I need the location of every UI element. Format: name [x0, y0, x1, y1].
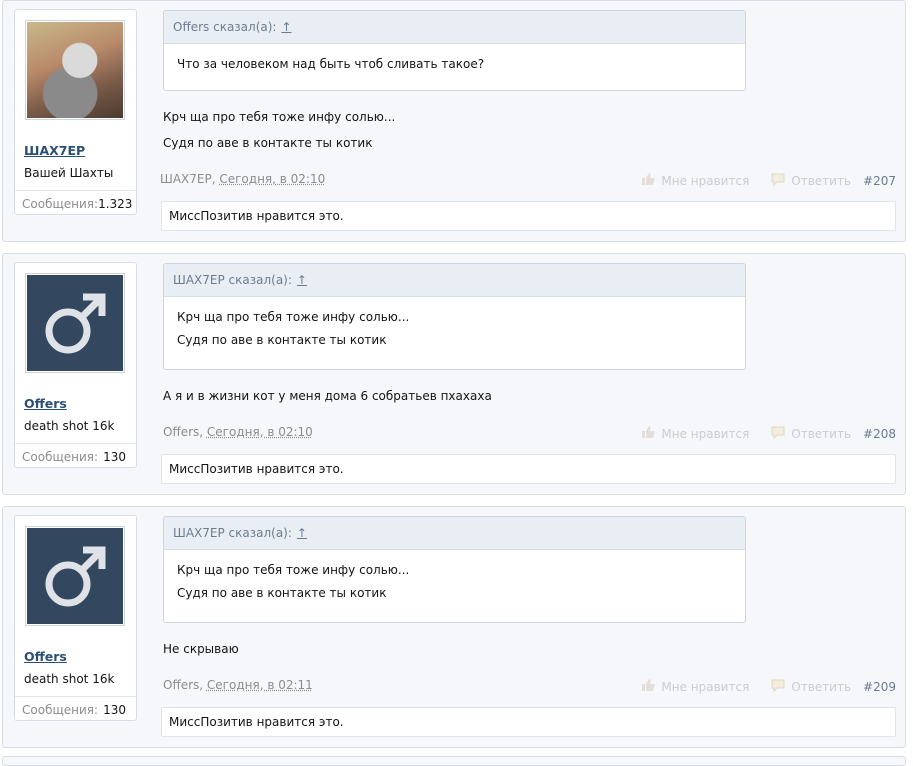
- messages-stat: Сообщения: 130: [15, 696, 136, 722]
- likes-text[interactable]: МиссПозитив нравится это.: [169, 715, 344, 729]
- thumbs-up-icon: [641, 425, 655, 442]
- username-link[interactable]: Offers: [24, 649, 67, 664]
- like-label: Мне нравится: [661, 680, 749, 694]
- quote-author: ШАХ7ЕР сказал(а):: [173, 526, 292, 540]
- like-button[interactable]: Мне нравится: [641, 678, 749, 695]
- speech-bubble-icon: [771, 426, 785, 442]
- thumbs-up-icon: [641, 172, 655, 189]
- messages-stat: Сообщения: 1.323: [15, 190, 136, 216]
- quote-line: Что за человеком над быть чтоб сливать т…: [177, 57, 732, 71]
- username-link[interactable]: ШАХ7ЕР: [24, 143, 85, 158]
- user-title: death shot 16k: [24, 419, 114, 433]
- meta-author[interactable]: Offers: [163, 425, 199, 439]
- male-symbol-icon: [27, 275, 123, 371]
- messages-count: 1.323: [98, 197, 132, 211]
- reply-label: Ответить: [791, 174, 851, 188]
- meta-author[interactable]: Offers: [163, 678, 199, 692]
- reply-button[interactable]: Ответить: [771, 679, 851, 695]
- meta-author[interactable]: ШАХ7ЕР: [160, 172, 212, 186]
- user-title: death shot 16k: [24, 672, 114, 686]
- messages-count: 130: [103, 450, 126, 464]
- messages-count: 130: [103, 703, 126, 717]
- likes-summary: МиссПозитив нравится это.: [161, 707, 896, 737]
- message-text: А я и в жизни кот у меня дома 6 собратье…: [163, 389, 492, 403]
- quote-header: ШАХ7ЕР сказал(а): ↑: [164, 517, 745, 550]
- likes-text[interactable]: МиссПозитив нравится это.: [169, 209, 344, 223]
- user-title: Вашей Шахты: [24, 166, 113, 180]
- message-text: Крч ща про тебя тоже инфу солью...: [163, 110, 395, 124]
- user-card: ШАХ7ЕР Вашей Шахты Сообщения: 1.323: [14, 9, 137, 215]
- username-link[interactable]: Offers: [24, 396, 67, 411]
- quote-jump-link[interactable]: ↑: [297, 526, 307, 540]
- quote-body: Что за человеком над быть чтоб сливать т…: [164, 44, 745, 86]
- avatar[interactable]: [25, 20, 125, 120]
- post-meta: ШАХ7ЕР, Сегодня, в 02:10 Мне нравится От…: [160, 172, 896, 188]
- message-text: Не скрываю: [163, 642, 239, 656]
- message-text: Судя по аве в контакте ты котик: [163, 136, 372, 150]
- quote-author: ШАХ7ЕР сказал(а):: [173, 273, 292, 287]
- next-post-edge: [2, 756, 906, 766]
- speech-bubble-icon: [771, 173, 785, 189]
- likes-summary: МиссПозитив нравится это.: [161, 201, 896, 231]
- likes-summary: МиссПозитив нравится это.: [161, 454, 896, 484]
- male-symbol-avatar: [27, 528, 123, 624]
- messages-label: Сообщения:: [22, 703, 98, 717]
- thumbs-up-icon: [641, 678, 655, 695]
- post-meta: Offers, Сегодня, в 02:10 Мне нравится От…: [163, 425, 896, 441]
- meta-date[interactable]: Сегодня, в 02:11: [207, 678, 313, 692]
- quote-line: Крч ща про тебя тоже инфу солью...: [177, 563, 732, 577]
- like-label: Мне нравится: [661, 427, 749, 441]
- post-number-link[interactable]: #209: [863, 680, 896, 694]
- quote-line: Судя по аве в контакте ты котик: [177, 586, 732, 600]
- male-symbol-icon: [27, 528, 123, 624]
- male-symbol-avatar: [27, 275, 123, 371]
- quote-body: Крч ща про тебя тоже инфу солью... Судя …: [164, 297, 745, 362]
- user-card: Offers death shot 16k Сообщения: 130: [14, 515, 137, 721]
- like-label: Мне нравится: [661, 174, 749, 188]
- like-button[interactable]: Мне нравится: [641, 425, 749, 442]
- user-card: Offers death shot 16k Сообщения: 130: [14, 262, 137, 468]
- post-number-link[interactable]: #207: [863, 174, 896, 188]
- post-number-link[interactable]: #208: [863, 427, 896, 441]
- reply-button[interactable]: Ответить: [771, 173, 851, 189]
- reply-label: Ответить: [791, 427, 851, 441]
- quote-line: Крч ща про тебя тоже инфу солью...: [177, 310, 732, 324]
- meta-date[interactable]: Сегодня, в 02:10: [219, 172, 325, 186]
- likes-text[interactable]: МиссПозитив нравится это.: [169, 462, 344, 476]
- post-meta: Offers, Сегодня, в 02:11 Мне нравится От…: [163, 678, 896, 694]
- meta-date[interactable]: Сегодня, в 02:10: [207, 425, 313, 439]
- messages-label: Сообщения:: [22, 450, 98, 464]
- like-button[interactable]: Мне нравится: [641, 172, 749, 189]
- quote-block: Offers сказал(а): ↑ Что за человеком над…: [163, 10, 746, 91]
- quote-author: Offers сказал(а):: [173, 20, 276, 34]
- quote-jump-link[interactable]: ↑: [281, 20, 291, 34]
- reply-button[interactable]: Ответить: [771, 426, 851, 442]
- quote-body: Крч ща про тебя тоже инфу солью... Судя …: [164, 550, 745, 615]
- quote-block: ШАХ7ЕР сказал(а): ↑ Крч ща про тебя тоже…: [163, 263, 746, 370]
- messages-label: Сообщения:: [22, 197, 98, 211]
- avatar[interactable]: [25, 526, 125, 626]
- avatar[interactable]: [25, 273, 125, 373]
- quote-jump-link[interactable]: ↑: [297, 273, 307, 287]
- quote-header: Offers сказал(а): ↑: [164, 11, 745, 44]
- quote-header: ШАХ7ЕР сказал(а): ↑: [164, 264, 745, 297]
- quote-line: Судя по аве в контакте ты котик: [177, 333, 732, 347]
- quote-block: ШАХ7ЕР сказал(а): ↑ Крч ща про тебя тоже…: [163, 516, 746, 623]
- bird-photo-avatar: [27, 22, 123, 118]
- messages-stat: Сообщения: 130: [15, 443, 136, 469]
- reply-label: Ответить: [791, 680, 851, 694]
- speech-bubble-icon: [771, 679, 785, 695]
